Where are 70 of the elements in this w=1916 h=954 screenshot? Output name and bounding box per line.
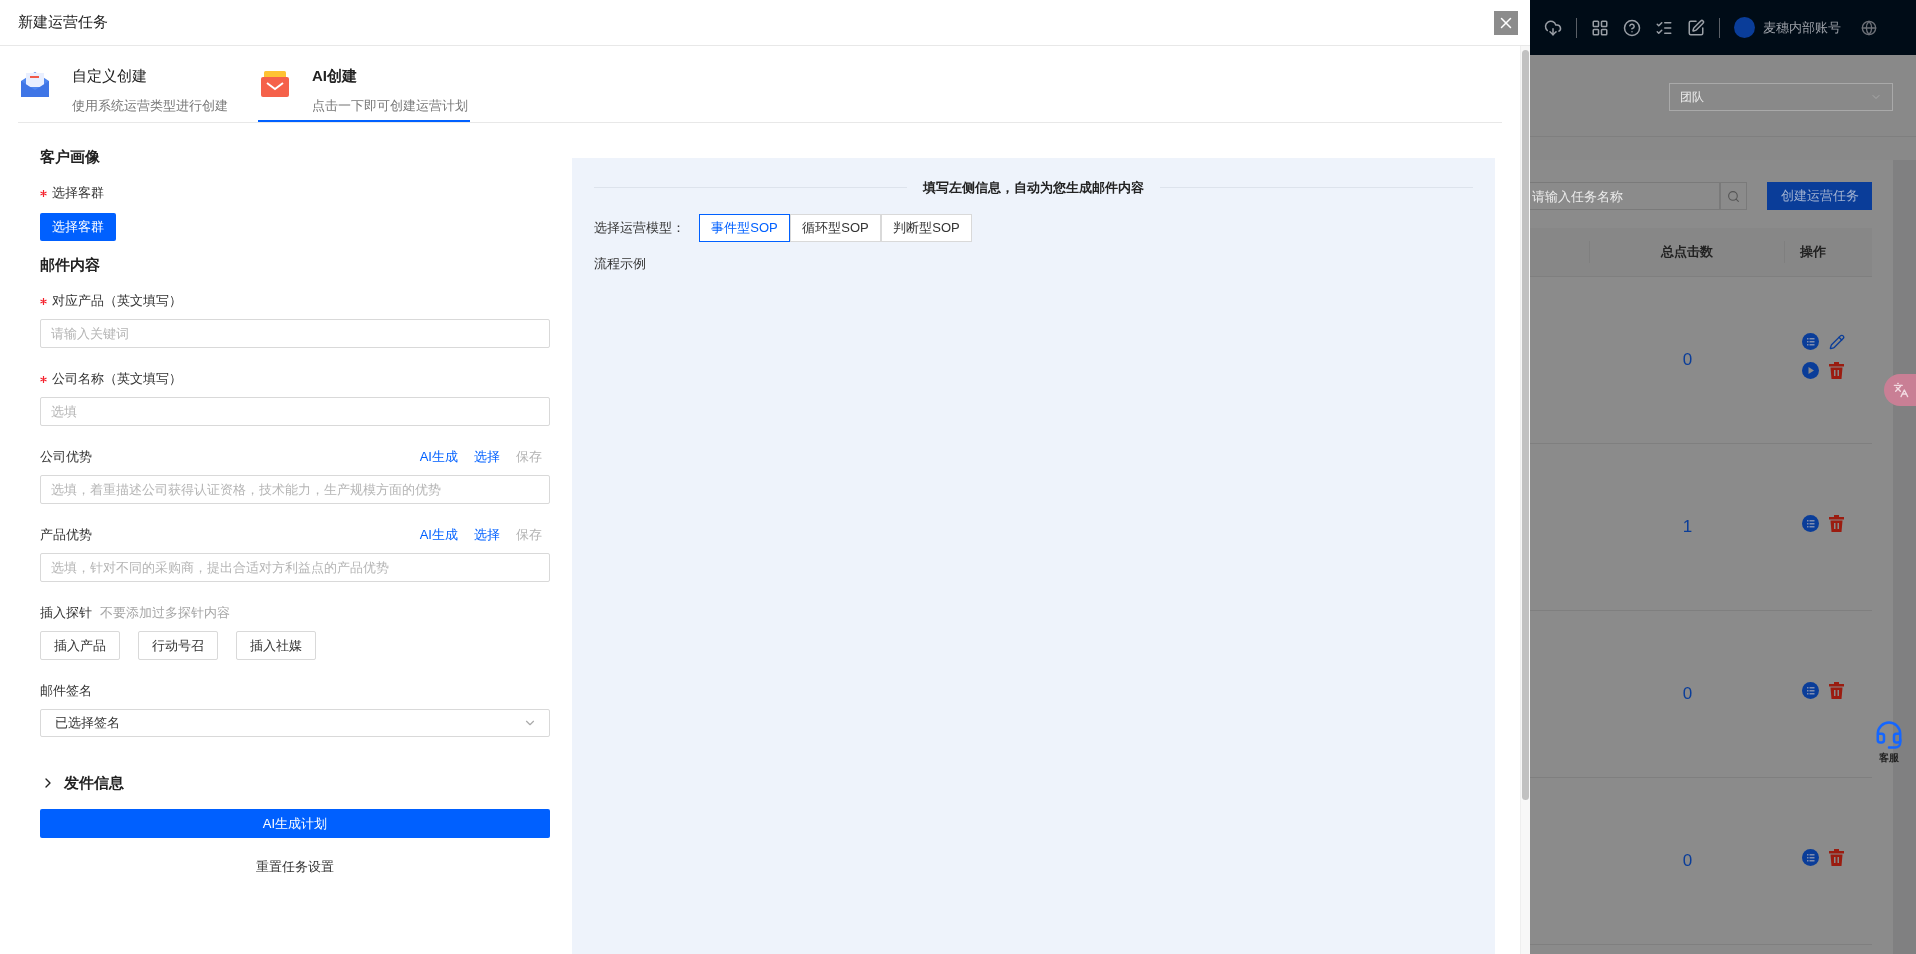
list-icon[interactable] <box>1802 333 1819 350</box>
action-link[interactable]: AI生成 <box>419 525 458 545</box>
click-count: 0 <box>1682 349 1693 372</box>
select-group-button[interactable]: 选择客群 <box>40 213 116 241</box>
field-label: 对应产品（英文填写） <box>52 292 182 310</box>
reset-settings-button[interactable]: 重置任务设置 <box>256 857 334 877</box>
account-name[interactable]: 麦穗内部账号 <box>1763 17 1841 38</box>
field-label: 产品优势 <box>40 526 92 544</box>
cloud-download-icon[interactable] <box>1544 18 1562 37</box>
insert-button[interactable]: 插入产品 <box>40 631 120 660</box>
click-count: 0 <box>1682 850 1693 873</box>
action-link[interactable]: AI生成 <box>419 447 458 467</box>
model-option[interactable]: 判断型SOP <box>881 213 972 242</box>
example-label: 流程示例 <box>594 254 647 273</box>
hint-text: 不要添加过多探针内容 <box>100 604 230 622</box>
insert-button[interactable]: 插入社媒 <box>236 631 316 660</box>
collapse-header[interactable]: 发件信息 <box>40 773 550 793</box>
field-label: 邮件签名 <box>40 682 92 700</box>
trash-icon[interactable] <box>1829 848 1844 866</box>
globe-icon[interactable] <box>1861 19 1877 36</box>
model-option[interactable]: 事件型SOP <box>699 213 790 242</box>
support-label[interactable]: 客服 <box>1879 750 1899 765</box>
signature-select[interactable]: 已选择签名 <box>40 709 550 737</box>
field-label: 公司优势 <box>40 448 92 466</box>
column-header: 操作 <box>1800 243 1826 262</box>
trash-icon[interactable] <box>1829 681 1844 699</box>
generate-plan-button[interactable]: AI生成计划 <box>40 809 550 838</box>
translate-icon <box>1893 382 1909 398</box>
list-icon[interactable] <box>1802 681 1819 699</box>
play-icon[interactable] <box>1802 362 1819 379</box>
model-label: 选择运营模型： <box>594 218 685 237</box>
text-field[interactable]: 选填，着重描述公司获得认证资格，技术能力，生产规模方面的优势 <box>40 475 550 504</box>
create-mode-tab[interactable]: AI创建 点击一下即可创建运营计划 <box>258 46 470 122</box>
search-button[interactable] <box>1720 182 1747 210</box>
trash-icon[interactable] <box>1829 362 1844 379</box>
preview-heading: 填写左侧信息，自动为您生成邮件内容 <box>923 179 1144 197</box>
list-icon[interactable] <box>1802 848 1819 866</box>
text-field[interactable]: 选填，针对不同的采购商，提出合适对方利益点的产品优势 <box>40 553 550 582</box>
model-option[interactable]: 循环型SOP <box>790 213 881 242</box>
click-count: 0 <box>1682 683 1693 706</box>
list-icon[interactable] <box>1802 514 1819 532</box>
section-heading: 邮件内容 <box>40 255 101 275</box>
text-field[interactable]: 请输入关键词 <box>40 319 550 348</box>
text-field[interactable]: 选填 <box>40 397 550 426</box>
action-link[interactable]: 选择 <box>474 525 500 545</box>
field-label: 公司名称（英文填写） <box>52 370 182 388</box>
column-header: 总点击数 <box>1661 243 1713 262</box>
section-heading: 客户画像 <box>40 147 101 167</box>
envelope-icon <box>20 70 50 98</box>
action-link[interactable]: 选择 <box>474 447 500 467</box>
search-icon <box>1727 189 1740 203</box>
trash-icon[interactable] <box>1829 514 1844 532</box>
grid-icon[interactable] <box>1591 18 1609 37</box>
field-label: 插入探针 <box>40 604 92 622</box>
close-button[interactable] <box>1494 10 1518 35</box>
create-task-button[interactable]: 创建运营任务 <box>1767 182 1872 210</box>
pencil-icon[interactable] <box>1829 333 1845 350</box>
help-icon[interactable] <box>1623 18 1641 37</box>
search-field[interactable]: 请输入任务名称 <box>1530 182 1720 210</box>
avatar[interactable] <box>1734 17 1755 38</box>
field-label: 选择客群 <box>52 184 104 202</box>
team-select[interactable]: 团队 <box>1669 83 1893 111</box>
translate-button[interactable] <box>1884 374 1916 406</box>
insert-button[interactable]: 行动号召 <box>138 631 218 660</box>
click-count: 1 <box>1682 516 1693 539</box>
envelope-icon <box>260 70 290 98</box>
edit-icon[interactable] <box>1687 18 1705 37</box>
scrollbar[interactable] <box>1520 46 1530 954</box>
modal-title: 新建运营任务 <box>18 12 108 33</box>
create-mode-tab[interactable]: 自定义创建 使用系统运营类型进行创建 <box>18 46 258 122</box>
